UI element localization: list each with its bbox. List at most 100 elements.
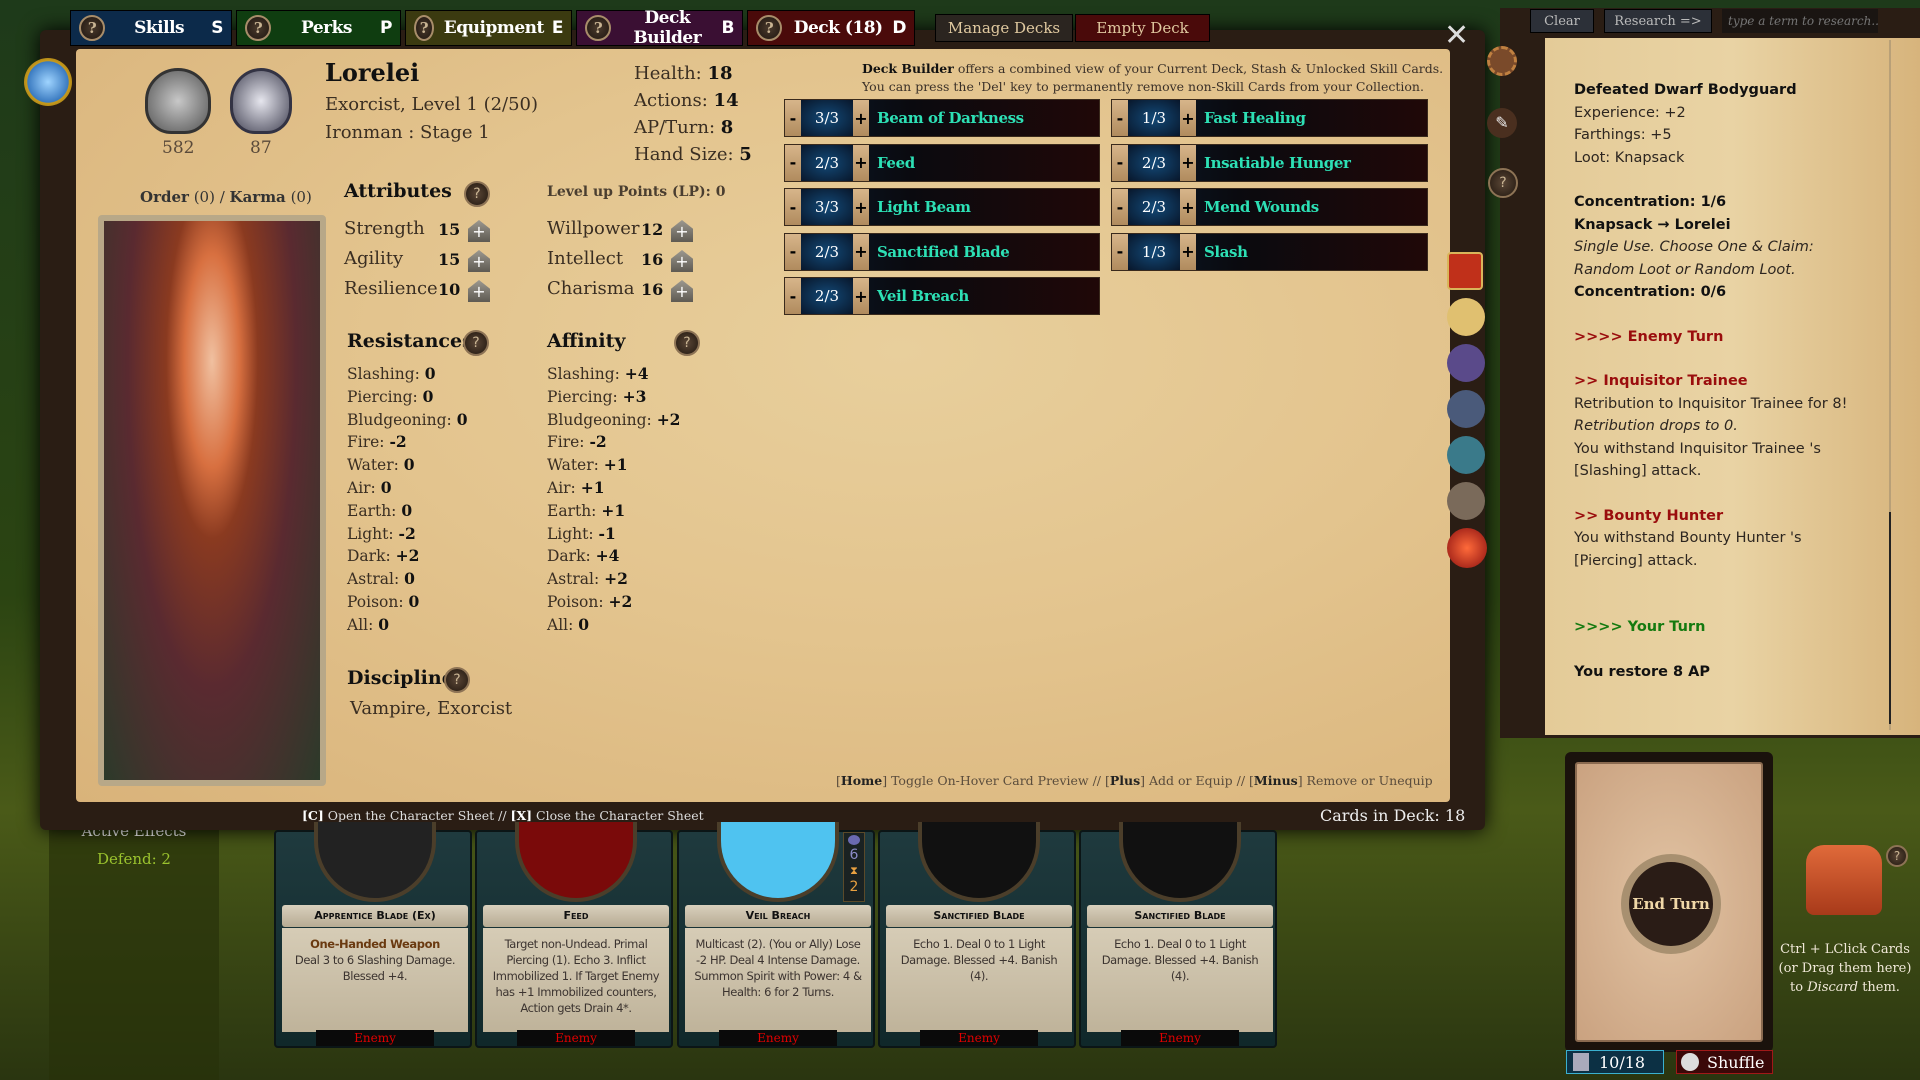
add-card-button[interactable]: + [1180, 233, 1196, 270]
remove-card-button[interactable]: - [1112, 233, 1128, 270]
tab-hotkey: P [380, 18, 392, 38]
remove-card-button[interactable]: - [785, 233, 801, 270]
karma-points: 87 [250, 138, 272, 158]
hand-card[interactable]: Apprentice Blade (Ex) One-Handed Weapon De… [274, 822, 472, 1048]
discard-hint-3a: to [1790, 980, 1808, 995]
discard-bag-icon[interactable] [1806, 845, 1882, 915]
shield-icon[interactable] [1447, 344, 1485, 382]
tab-perks[interactable]: ? Perks P [236, 10, 401, 46]
hand-card[interactable]: Sanctified Blade Echo 1. Deal 0 to 1 Ligh… [1079, 822, 1277, 1048]
deck-card-row[interactable]: -2/3 + Insatiable Hunger [1111, 143, 1428, 182]
tab-hotkey: D [892, 18, 906, 38]
deck-card-row[interactable]: -2/3 + Sanctified Blade [784, 232, 1100, 271]
shuffle-button[interactable]: Shuffle [1676, 1050, 1773, 1074]
c-key: [C] [302, 808, 324, 823]
add-card-button[interactable]: + [853, 278, 869, 315]
tab-deck-builder[interactable]: ? Deck Builder B [576, 8, 743, 48]
help-icon[interactable]: ? [79, 15, 105, 41]
affinity-help-icon[interactable]: ? [674, 330, 700, 356]
tab-skills[interactable]: ? Skills S [70, 10, 232, 46]
mirror-icon[interactable] [24, 58, 72, 106]
card-count: 2/3 [801, 233, 853, 270]
remove-card-button[interactable]: - [785, 189, 801, 226]
add-card-button[interactable]: + [853, 233, 869, 270]
deck-card-row[interactable]: -3/3 + Beam of Darkness [784, 99, 1100, 137]
settings-icon[interactable] [1487, 46, 1517, 76]
help-icon[interactable]: ? [245, 15, 271, 41]
deck-card-row[interactable]: -2/3 + Feed [784, 143, 1100, 182]
add-card-button[interactable]: + [853, 100, 869, 136]
tab-equipment[interactable]: ? Equipment E [405, 10, 572, 46]
card-art [1119, 822, 1241, 902]
stat-value: 0 [378, 614, 390, 634]
help-icon[interactable]: ? [756, 15, 782, 41]
log-scrollbar[interactable] [1889, 40, 1891, 730]
research-button[interactable]: Research => [1604, 9, 1712, 33]
tab-hotkey: E [551, 18, 564, 38]
deck-card-row[interactable]: -2/3 + Mend Wounds [1111, 188, 1428, 227]
deck-card-row[interactable]: -1/3 + Slash [1111, 232, 1428, 271]
disciplines-help-icon[interactable]: ? [444, 667, 470, 693]
side-icons [1447, 252, 1489, 568]
remove-card-button[interactable]: - [1112, 144, 1128, 181]
clear-button[interactable]: Clear [1530, 9, 1594, 33]
potion-icon[interactable] [1447, 436, 1485, 474]
add-card-button[interactable]: + [853, 144, 869, 181]
add-card-button[interactable]: + [1180, 100, 1196, 136]
hand-card[interactable]: Feed Target non-Undead. Primal Piercing (… [475, 822, 673, 1048]
card-text: Echo 1. Deal 0 to 1 Light Damage. Blesse… [900, 937, 1058, 983]
end-turn-button[interactable]: End Turn [1621, 854, 1721, 954]
disciplines-value: Vampire, Exorcist [350, 698, 513, 719]
log-line: You withstand Inquisitor Trainee 's [Sla… [1574, 440, 1821, 480]
tab-deck-[interactable]: ? Deck (18) D [747, 10, 915, 46]
helmet-icon[interactable] [1447, 390, 1485, 428]
remove-card-button[interactable]: - [785, 144, 801, 181]
card-text: Target non-Undead. Primal Piercing (1). … [492, 937, 660, 1015]
remove-card-button[interactable]: - [1112, 100, 1128, 136]
power-icon [848, 835, 860, 845]
counter-a: 6 [849, 847, 859, 863]
affinity-item: Earth: +1 [547, 501, 625, 520]
log-line: >>>> Enemy Turn [1574, 328, 1724, 345]
add-card-button[interactable]: + [1180, 144, 1196, 181]
add-card-button[interactable]: + [1180, 189, 1196, 226]
attribute-value: 16 [641, 250, 664, 269]
help-icon[interactable]: ? [585, 15, 611, 41]
resistances-item: Earth: 0 [347, 501, 412, 520]
attributes-help-icon[interactable]: ? [464, 181, 490, 207]
stat-value: 0 [401, 500, 413, 520]
stat-value: +4 [595, 546, 620, 566]
cards-icon[interactable] [1447, 252, 1483, 290]
close-icon[interactable]: ✕ [1444, 18, 1469, 53]
end-turn-card: End Turn [1565, 752, 1773, 1052]
armor-icon[interactable] [1447, 482, 1485, 520]
card-count: 1/3 [1128, 100, 1180, 136]
card-name: Mend Wounds [1204, 198, 1319, 217]
research-input[interactable] [1722, 9, 1878, 33]
manage-decks-button[interactable]: Manage Decks [935, 14, 1073, 42]
remove-card-button[interactable]: - [785, 100, 801, 136]
core-stats: Health: 18 Actions: 14 AP/Turn: 8 Hand S… [634, 60, 752, 168]
scroll-icon[interactable] [1447, 298, 1485, 336]
burst-icon[interactable] [1447, 528, 1487, 568]
remove-card-button[interactable]: - [785, 278, 801, 315]
log-line: Farthings: +5 [1574, 127, 1672, 143]
add-card-button[interactable]: + [853, 189, 869, 226]
help-icon[interactable]: ? [414, 15, 434, 41]
deck-card-row[interactable]: -3/3 + Light Beam [784, 188, 1100, 227]
deck-card-row[interactable]: -1/3 + Fast Healing [1111, 99, 1428, 137]
hand-card[interactable]: Sanctified Blade Echo 1. Deal 0 to 1 Ligh… [878, 822, 1076, 1048]
discard-hint-3b: Discard [1807, 980, 1859, 995]
resistances-help-icon[interactable]: ? [463, 330, 489, 356]
actions-label: Actions: [634, 90, 708, 111]
log-line: Single Use. Choose One & Claim: Random L… [1574, 239, 1814, 278]
log-line: You withstand Bounty Hunter 's [Piercing… [1574, 530, 1802, 569]
quill-icon[interactable]: ✎ [1487, 108, 1517, 138]
stat-value: +2 [395, 546, 420, 566]
discard-help-icon[interactable]: ? [1886, 845, 1908, 867]
empty-deck-button[interactable]: Empty Deck [1075, 14, 1210, 42]
remove-card-button[interactable]: - [1112, 189, 1128, 226]
deck-card-row[interactable]: -2/3 + Veil Breach [784, 277, 1100, 316]
log-help-icon[interactable]: ? [1488, 168, 1518, 198]
